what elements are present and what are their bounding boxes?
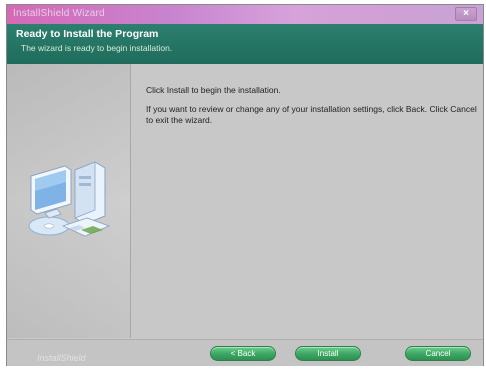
content-area: Click Install to begin the installation.… xyxy=(131,64,483,338)
close-icon: × xyxy=(463,8,469,19)
installer-window: InstallShield Wizard × Ready to Install … xyxy=(6,4,484,366)
close-button[interactable]: × xyxy=(455,7,477,21)
window-title: InstallShield Wizard xyxy=(13,8,105,19)
review-settings-text: If you want to review or change any of y… xyxy=(146,104,477,125)
installshield-brand: InstallShield xyxy=(37,353,86,363)
wizard-header: Ready to Install the Program The wizard … xyxy=(7,24,483,64)
instruction-text: Click Install to begin the installation. xyxy=(146,85,281,95)
back-button[interactable]: < Back xyxy=(210,346,276,361)
install-button[interactable]: Install xyxy=(295,346,361,361)
cancel-button[interactable]: Cancel xyxy=(405,346,471,361)
page-title: Ready to Install the Program xyxy=(16,28,159,40)
title-bar[interactable]: InstallShield Wizard × xyxy=(7,5,483,24)
page-subtitle: The wizard is ready to begin installatio… xyxy=(21,43,173,53)
button-bar: InstallShield < Back Install Cancel xyxy=(7,339,483,366)
computer-icon xyxy=(28,161,111,237)
side-panel xyxy=(7,64,131,338)
